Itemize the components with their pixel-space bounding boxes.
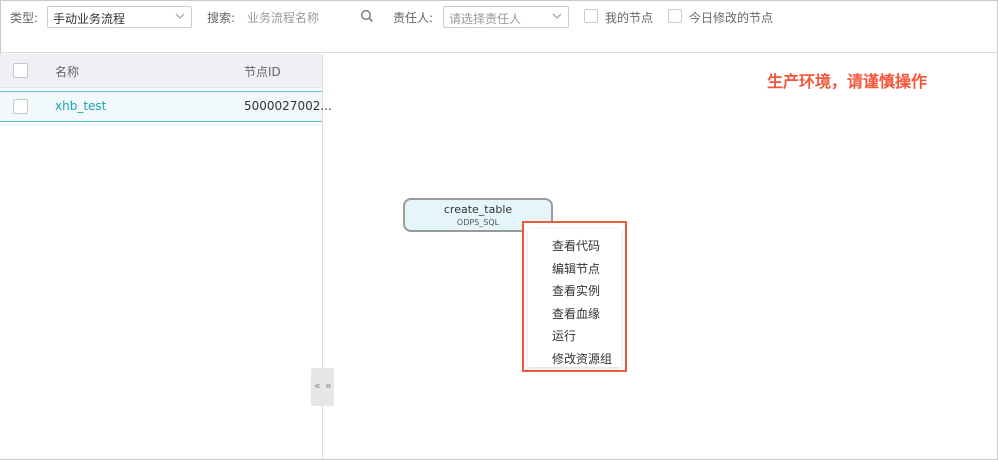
menu-item-change-resource-group[interactable]: 修改资源组 — [552, 350, 612, 367]
row-node-id: 5000027002... — [244, 99, 332, 113]
table-row[interactable]: xhb_test 5000027002... — [0, 91, 332, 122]
node-list-panel: 名称 节点ID xhb_test 5000027002... — [0, 54, 332, 459]
owner-select-placeholder: 请选择责任人 — [449, 12, 522, 26]
menu-item-run[interactable]: 运行 — [552, 327, 576, 344]
filter-toolbar: 类型: 手动业务流程 搜索: 业务流程名称 责任人: 请选择责任人 我的节点 今… — [0, 0, 998, 53]
panel-collapse-handle[interactable]: « » — [311, 368, 334, 406]
collapse-left-icon[interactable]: « — [314, 379, 321, 392]
owner-label: 责任人: — [393, 11, 434, 25]
chevron-down-icon — [552, 13, 562, 19]
context-menu: 查看代码 编辑节点 查看实例 查看血缘 运行 修改资源组 — [528, 229, 621, 367]
my-nodes-checkbox[interactable] — [584, 9, 598, 23]
column-header-name: 名称 — [55, 65, 80, 79]
select-all-checkbox[interactable] — [13, 63, 28, 78]
type-label: 类型: — [10, 11, 39, 25]
type-select-value: 手动业务流程 — [53, 12, 126, 26]
chevron-down-icon — [175, 13, 185, 19]
row-name-link[interactable]: xhb_test — [55, 99, 106, 113]
collapse-right-icon[interactable]: » — [325, 379, 332, 392]
modified-today-label: 今日修改的节点 — [689, 11, 774, 25]
search-label: 搜索: — [207, 11, 236, 25]
menu-item-view-instances[interactable]: 查看实例 — [552, 282, 600, 299]
owner-select[interactable]: 请选择责任人 — [443, 6, 569, 28]
context-menu-highlight: 查看代码 编辑节点 查看实例 查看血缘 运行 修改资源组 — [522, 221, 627, 372]
node-name: create_table — [443, 203, 513, 216]
row-checkbox[interactable] — [13, 99, 28, 114]
my-nodes-label: 我的节点 — [605, 11, 654, 25]
table-header: 名称 节点ID — [0, 54, 322, 88]
search-icon[interactable] — [360, 9, 374, 23]
menu-item-view-code[interactable]: 查看代码 — [552, 237, 600, 254]
type-select[interactable]: 手动业务流程 — [47, 6, 192, 28]
menu-item-view-lineage[interactable]: 查看血缘 — [552, 305, 600, 322]
modified-today-checkbox[interactable] — [668, 9, 682, 23]
production-warning: 生产环境，请谨慎操作 — [767, 72, 928, 91]
menu-item-edit-node[interactable]: 编辑节点 — [552, 260, 600, 277]
column-header-node-id: 节点ID — [244, 65, 281, 79]
search-input[interactable]: 业务流程名称 — [247, 9, 319, 26]
